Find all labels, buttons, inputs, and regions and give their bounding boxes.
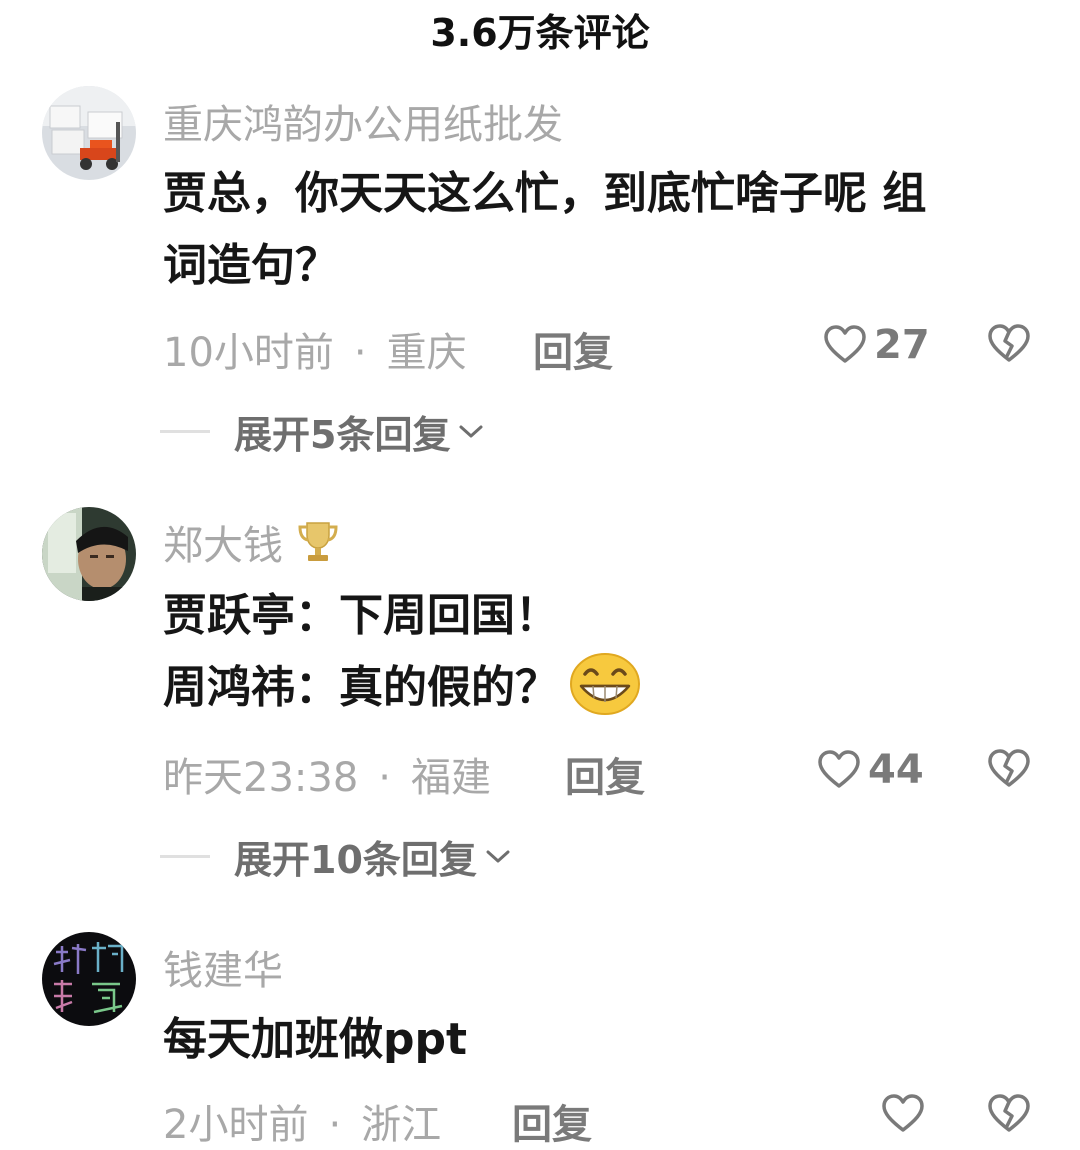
like-button[interactable]: 44 [818, 747, 924, 793]
expand-replies-button[interactable]: 展开5条回复 [160, 404, 484, 459]
username-text: 郑大钱 [163, 523, 283, 569]
trophy-icon [298, 522, 338, 561]
username[interactable]: 钱建华 [163, 938, 283, 996]
comment-time: 10小时前 [163, 330, 334, 376]
comment-line: 贾跃亭：下周回国！ [163, 590, 559, 641]
avatar[interactable] [42, 932, 136, 1026]
expand-divider [160, 430, 210, 433]
avatar[interactable] [42, 507, 136, 601]
username[interactable]: 郑大钱 [163, 513, 339, 571]
broken-heart-icon[interactable] [988, 749, 1030, 789]
like-button[interactable]: 27 [824, 322, 930, 368]
comment-text: 贾总，你天天这么忙，到底忙啥子呢 组 词造句？ [163, 158, 1043, 302]
reply-button[interactable]: 回复 [512, 1092, 592, 1150]
chevron-down-icon [486, 850, 510, 862]
comment-count-title: 3.6万条评论 [430, 11, 650, 55]
expand-divider [160, 855, 210, 858]
comment-text: 贾跃亭：下周回国！ 周鸿祎：真的假的？ [163, 580, 1043, 724]
comment-location: 重庆 [386, 330, 467, 376]
reply-button[interactable]: 回复 [533, 320, 613, 378]
comment-time: 2小时前 [163, 1102, 309, 1148]
comment-time: 昨天23:38 [163, 755, 359, 801]
heart-outline-icon [818, 750, 860, 788]
expand-label: 展开5条回复 [234, 413, 451, 457]
username[interactable]: 重庆鸿韵办公用纸批发 [163, 92, 563, 150]
avatar[interactable] [42, 86, 136, 180]
expand-label: 展开10条回复 [234, 838, 477, 882]
comment-meta: 10小时前 · 重庆 [163, 320, 467, 378]
comment-text: 每天加班做ppt [163, 1004, 1043, 1076]
comment-meta: 2小时前 · 浙江 [163, 1092, 441, 1150]
meta-separator: · [378, 755, 391, 801]
like-button[interactable] [882, 1094, 932, 1134]
grinning-face-icon [570, 653, 640, 715]
comment-line: 周鸿祎：真的假的？ [163, 662, 559, 713]
heart-outline-icon [882, 1094, 924, 1132]
comment-line: 词造句？ [163, 240, 339, 291]
comment-line: 贾总，你天天这么忙，到底忙啥子呢 组 [163, 168, 927, 219]
comment-line-with-emoji: 周鸿祎：真的假的？ [163, 652, 1043, 724]
chevron-down-icon [459, 425, 483, 437]
heart-outline-icon [824, 325, 866, 363]
comment-location: 浙江 [361, 1102, 442, 1148]
broken-heart-icon[interactable] [988, 324, 1030, 364]
comment-location: 福建 [411, 755, 491, 801]
meta-separator: · [328, 1102, 342, 1148]
comment-meta: 昨天23:38 · 福建 [163, 745, 491, 803]
broken-heart-icon[interactable] [988, 1094, 1030, 1134]
meta-separator: · [353, 330, 367, 376]
like-count: 27 [874, 322, 930, 368]
expand-replies-button[interactable]: 展开10条回复 [160, 829, 511, 884]
like-count: 44 [868, 747, 924, 793]
comment-line: 每天加班做ppt [163, 1014, 468, 1065]
reply-button[interactable]: 回复 [565, 745, 645, 803]
